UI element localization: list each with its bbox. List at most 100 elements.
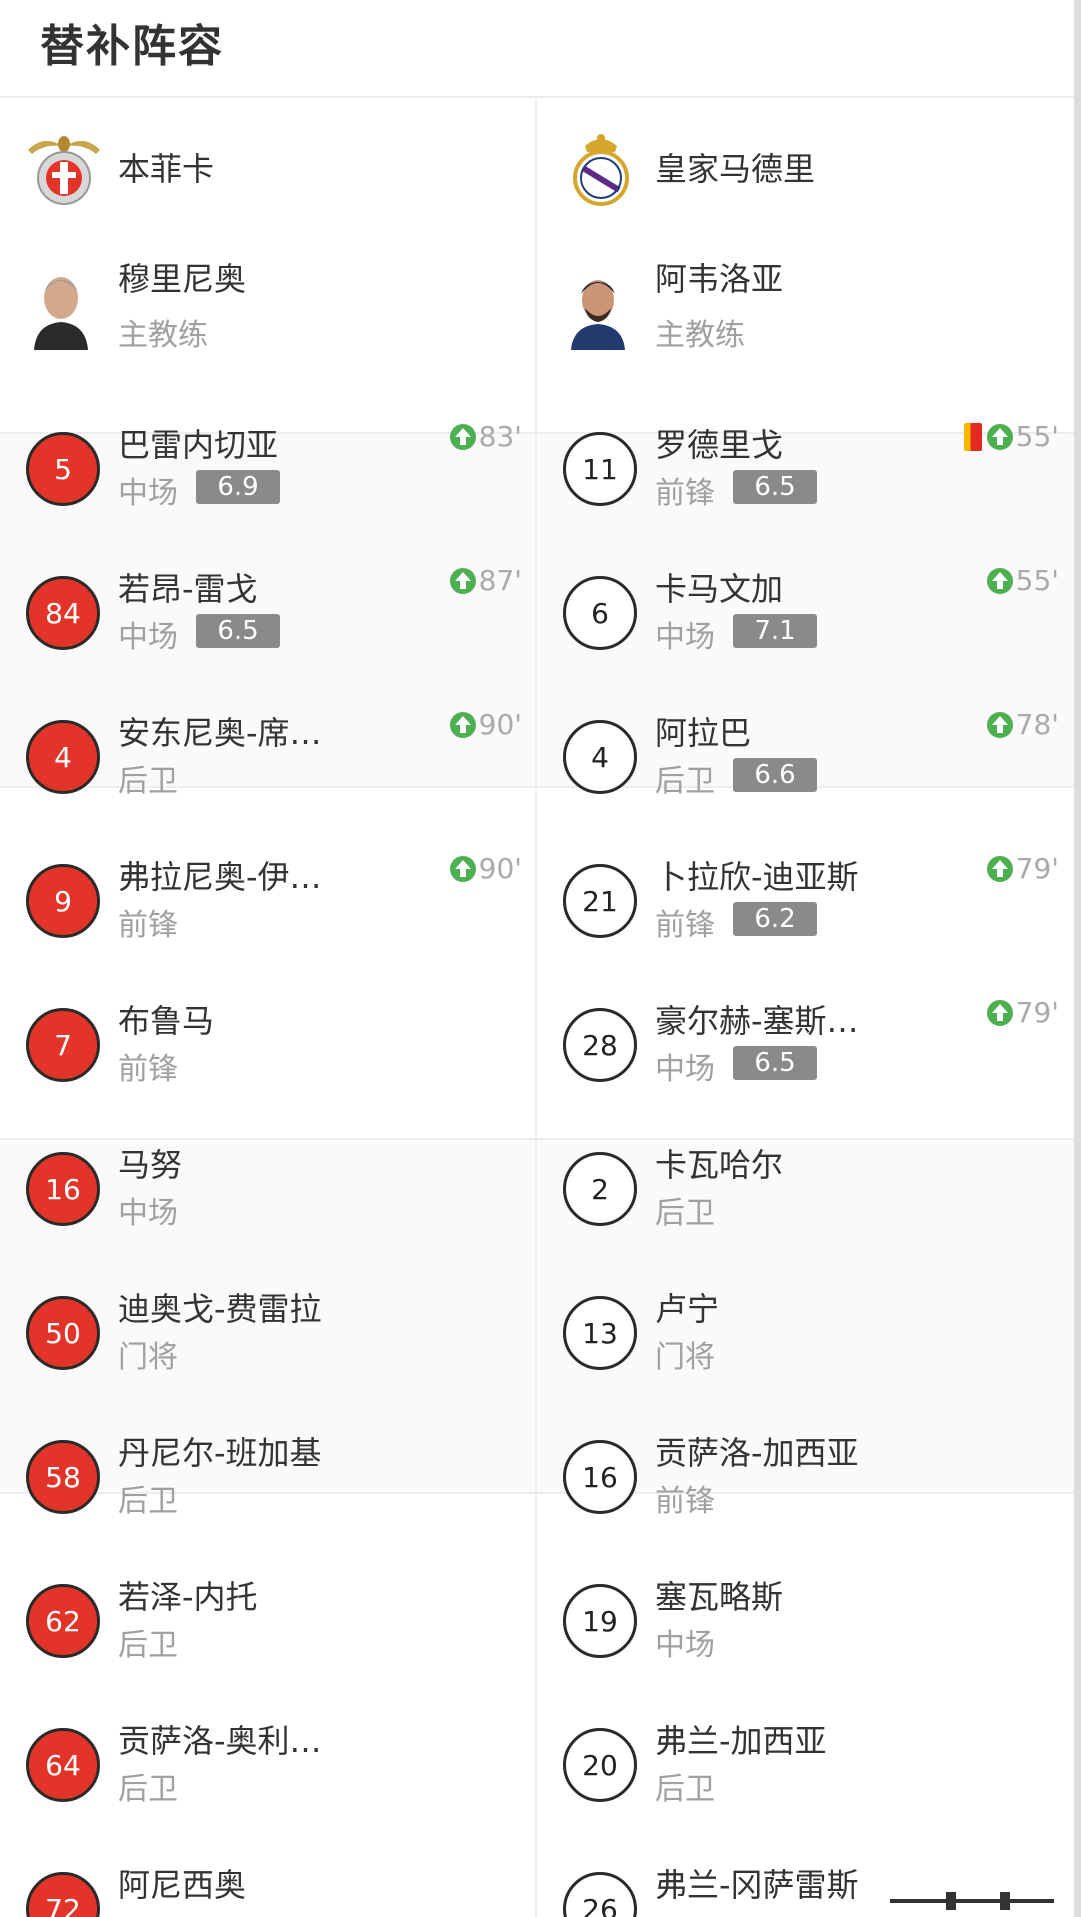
player-row[interactable]: 4 安东尼奥-席… 后卫 90'	[0, 698, 536, 842]
home-team-column: 本菲卡 穆里尼奥 主教练 5 巴雷内切亚 中场 6.9 83' 84 若昂-雷戈 中场 6.5 8…	[0, 98, 536, 1917]
player-name: 贡萨洛-奥利…	[118, 1722, 322, 1760]
player-row[interactable]: 7 布鲁马 前锋	[0, 986, 536, 1130]
sub-in-minute: 90'	[478, 852, 522, 885]
player-position: 门将	[655, 1340, 715, 1375]
jersey-number: 4	[26, 720, 100, 794]
jersey-number: 4	[563, 720, 637, 794]
substitution-info: 55'	[963, 420, 1059, 453]
player-position: 中场	[118, 476, 178, 511]
player-name: 卢宁	[655, 1290, 720, 1328]
substitution-info: 90'	[449, 852, 522, 885]
player-row[interactable]: 13 卢宁门将	[537, 1274, 1073, 1418]
home-team-header[interactable]: 本菲卡	[0, 114, 536, 214]
player-position: 中场	[655, 1052, 715, 1087]
away-team-header[interactable]: 皇家马德里	[537, 114, 1073, 214]
jersey-number: 28	[563, 1008, 637, 1082]
player-position: 后卫	[118, 764, 178, 799]
jersey-number: 11	[563, 432, 637, 506]
jersey-number: 13	[563, 1296, 637, 1370]
jersey-number: 19	[563, 1584, 637, 1658]
player-position: 后卫	[655, 1196, 715, 1231]
player-name: 罗德里戈	[655, 426, 784, 464]
player-row[interactable]: 64 贡萨洛-奥利… 后卫	[0, 1706, 536, 1850]
sub-in-minute: 79'	[1015, 852, 1059, 885]
coach-role: 主教练	[655, 318, 745, 353]
rating-badge: 6.2	[733, 902, 817, 936]
player-row[interactable]: 5 巴雷内切亚 中场 6.9 83'	[0, 410, 536, 554]
player-row[interactable]: 4 阿拉巴 后卫 6.6 78'	[537, 698, 1073, 842]
page-title: 替补阵容	[40, 21, 224, 72]
player-position: 门将	[655, 1908, 715, 1917]
home-team-name: 本菲卡	[118, 150, 215, 188]
jersey-number: 50	[26, 1296, 100, 1370]
player-row[interactable]: 20 弗兰-加西亚 后卫	[537, 1706, 1073, 1850]
benfica-crest-icon	[28, 136, 100, 205]
player-name: 弗拉尼奥-伊…	[118, 858, 322, 896]
sub-in-arrow-icon	[986, 855, 1013, 882]
jersey-number: 21	[563, 864, 637, 938]
jersey-number: 64	[26, 1728, 100, 1802]
jersey-number: 58	[26, 1440, 100, 1514]
player-row[interactable]: 58 丹尼尔-班加基 后卫	[0, 1418, 536, 1562]
rating-badge: 6.5	[733, 1046, 817, 1080]
coach-avatar	[565, 266, 631, 350]
player-row[interactable]: 9 弗拉尼奥-伊… 前锋 90'	[0, 842, 536, 986]
player-row[interactable]: 6 卡马文加 中场 7.1 55'	[537, 554, 1073, 698]
sub-in-arrow-icon	[986, 423, 1013, 450]
player-name: 阿尼西奥	[118, 1866, 247, 1904]
away-team-column: 皇家马德里 阿韦洛亚 主教练 11 罗德里戈 前锋 6.5 55' 6 卡马文加 中场 7.1 5…	[537, 98, 1073, 1917]
scrollbar-handle[interactable]	[890, 1892, 1054, 1910]
home-coach[interactable]: 穆里尼奥 主教练	[0, 248, 536, 358]
player-row[interactable]: 11 罗德里戈 前锋 6.5 55'	[537, 410, 1073, 554]
player-name: 塞瓦略斯	[655, 1578, 784, 1616]
jersey-number: 5	[26, 432, 100, 506]
sub-in-minute: 78'	[1015, 708, 1059, 741]
player-name: 贡萨洛-加西亚	[655, 1434, 859, 1472]
player-name: 丹尼尔-班加基	[118, 1434, 322, 1472]
jersey-number: 84	[26, 576, 100, 650]
player-row[interactable]: 16 马努 中场	[0, 1130, 536, 1274]
player-name: 马努	[118, 1146, 183, 1184]
sub-in-minute: 83'	[478, 420, 522, 453]
jersey-number: 6	[563, 576, 637, 650]
sub-in-minute: 79'	[1015, 996, 1059, 1029]
player-position: 前锋	[118, 1052, 178, 1087]
player-position: 后卫	[655, 764, 715, 799]
player-name: 弗兰-加西亚	[655, 1722, 827, 1760]
real-madrid-crest-icon	[573, 134, 629, 206]
sub-in-minute: 90'	[478, 708, 522, 741]
substitution-info: 79'	[986, 852, 1059, 885]
player-row[interactable]: 2 卡瓦哈尔 后卫	[537, 1130, 1073, 1274]
scrollbar-track[interactable]	[1074, 0, 1081, 1917]
lineup-page: 替补阵容 本菲卡 穆里尼奥 主教练 5 巴雷内切亚 中场 6.9 83' 84 …	[0, 0, 1081, 1917]
player-name: 卡马文加	[655, 570, 784, 608]
sub-in-arrow-icon	[986, 999, 1013, 1026]
substitution-info: 90'	[449, 708, 522, 741]
substitution-info: 83'	[449, 420, 522, 453]
away-coach[interactable]: 阿韦洛亚 主教练	[537, 248, 1073, 358]
coach-name: 阿韦洛亚	[655, 260, 784, 298]
player-name: 若泽-内托	[118, 1578, 258, 1616]
player-name: 安东尼奥-席…	[118, 714, 322, 752]
away-team-name: 皇家马德里	[655, 150, 816, 188]
sub-in-arrow-icon	[449, 423, 476, 450]
player-row[interactable]: 72 阿尼西奥前锋	[0, 1850, 536, 1917]
player-name: 阿拉巴	[655, 714, 752, 752]
jersey-number: 9	[26, 864, 100, 938]
jersey-number: 26	[563, 1872, 637, 1917]
jersey-number: 72	[26, 1872, 100, 1917]
player-row[interactable]: 21 卜拉欣-迪亚斯 前锋 6.2 79'	[537, 842, 1073, 986]
player-name: 卡瓦哈尔	[655, 1146, 784, 1184]
player-row[interactable]: 84 若昂-雷戈 中场 6.5 87'	[0, 554, 536, 698]
player-row[interactable]: 62 若泽-内托 后卫	[0, 1562, 536, 1706]
sub-in-arrow-icon	[449, 711, 476, 738]
player-row[interactable]: 28 豪尔赫-塞斯… 中场 6.5 79'	[537, 986, 1073, 1130]
player-name: 弗兰-冈萨雷斯	[655, 1866, 859, 1904]
player-row[interactable]: 16 贡萨洛-加西亚 前锋	[537, 1418, 1073, 1562]
player-name: 卜拉欣-迪亚斯	[655, 858, 859, 896]
coach-role: 主教练	[118, 318, 208, 353]
yellow-red-card-icon	[963, 422, 982, 451]
jersey-number: 16	[26, 1152, 100, 1226]
player-row[interactable]: 19 塞瓦略斯 中场	[537, 1562, 1073, 1706]
player-row[interactable]: 50 迪奥戈-费雷拉 门将	[0, 1274, 536, 1418]
